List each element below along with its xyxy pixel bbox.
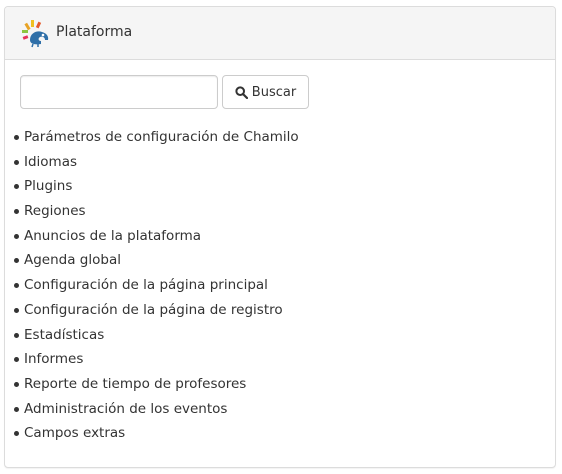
bullet bbox=[14, 381, 19, 387]
menu-link-pagina-principal[interactable]: Configuración de la página principal bbox=[24, 277, 268, 293]
menu-item-anuncios: Anuncios de la plataforma bbox=[14, 224, 299, 249]
menu-link-configuracion-chamilo[interactable]: Parámetros de configuración de Chamilo bbox=[24, 129, 299, 145]
menu-item-pagina-registro: Configuración de la página de registro bbox=[14, 298, 299, 323]
menu-item-administracion-eventos: Administración de los eventos bbox=[14, 397, 299, 422]
bullet bbox=[14, 357, 19, 363]
search-icon bbox=[235, 85, 248, 99]
menu-link-campos-extras[interactable]: Campos extras bbox=[24, 425, 125, 441]
menu-item-campos-extras: Campos extras bbox=[14, 421, 299, 446]
menu-link-informes[interactable]: Informes bbox=[24, 351, 83, 367]
panel-title: Plataforma bbox=[56, 24, 133, 40]
menu-item-plugins: Plugins bbox=[14, 174, 299, 199]
menu-link-pagina-registro[interactable]: Configuración de la página de registro bbox=[24, 302, 283, 318]
bullet bbox=[14, 406, 19, 412]
menu-link-administracion-eventos[interactable]: Administración de los eventos bbox=[24, 401, 227, 417]
bullet bbox=[14, 258, 19, 264]
menu-item-reporte-tiempo: Reporte de tiempo de profesores bbox=[14, 372, 299, 397]
menu-item-configuracion-chamilo: Parámetros de configuración de Chamilo bbox=[14, 125, 299, 150]
menu-item-regiones: Regiones bbox=[14, 199, 299, 224]
menu-item-idiomas: Idiomas bbox=[14, 150, 299, 175]
bullet bbox=[14, 159, 19, 165]
menu-link-plugins[interactable]: Plugins bbox=[24, 178, 72, 194]
bullet bbox=[14, 431, 19, 437]
menu-item-estadisticas: Estadísticas bbox=[14, 323, 299, 348]
menu-item-agenda-global: Agenda global bbox=[14, 248, 299, 273]
search-button-label: Buscar bbox=[251, 84, 297, 100]
bullet bbox=[14, 283, 19, 289]
platform-panel: Plataforma Buscar Parámetros de configur… bbox=[4, 6, 556, 468]
bullet bbox=[14, 135, 19, 140]
platform-menu-list: Parámetros de configuración de Chamilo I… bbox=[14, 125, 299, 446]
menu-link-agenda-global[interactable]: Agenda global bbox=[24, 252, 121, 268]
bullet bbox=[14, 332, 19, 338]
menu-link-reporte-tiempo[interactable]: Reporte de tiempo de profesores bbox=[24, 376, 246, 392]
bullet bbox=[14, 307, 19, 313]
menu-link-idiomas[interactable]: Idiomas bbox=[24, 154, 77, 170]
search-input[interactable] bbox=[20, 75, 218, 109]
menu-item-pagina-principal: Configuración de la página principal bbox=[14, 273, 299, 298]
bullet bbox=[14, 184, 19, 190]
menu-link-anuncios[interactable]: Anuncios de la plataforma bbox=[24, 228, 201, 244]
bullet bbox=[14, 209, 19, 215]
chamilo-logo-icon bbox=[22, 20, 49, 48]
menu-link-estadisticas[interactable]: Estadísticas bbox=[24, 327, 104, 343]
search-button[interactable]: Buscar bbox=[222, 75, 309, 109]
menu-link-regiones[interactable]: Regiones bbox=[24, 203, 86, 219]
panel-heading: Plataforma bbox=[5, 7, 555, 60]
bullet bbox=[14, 233, 19, 239]
menu-item-informes: Informes bbox=[14, 347, 299, 372]
